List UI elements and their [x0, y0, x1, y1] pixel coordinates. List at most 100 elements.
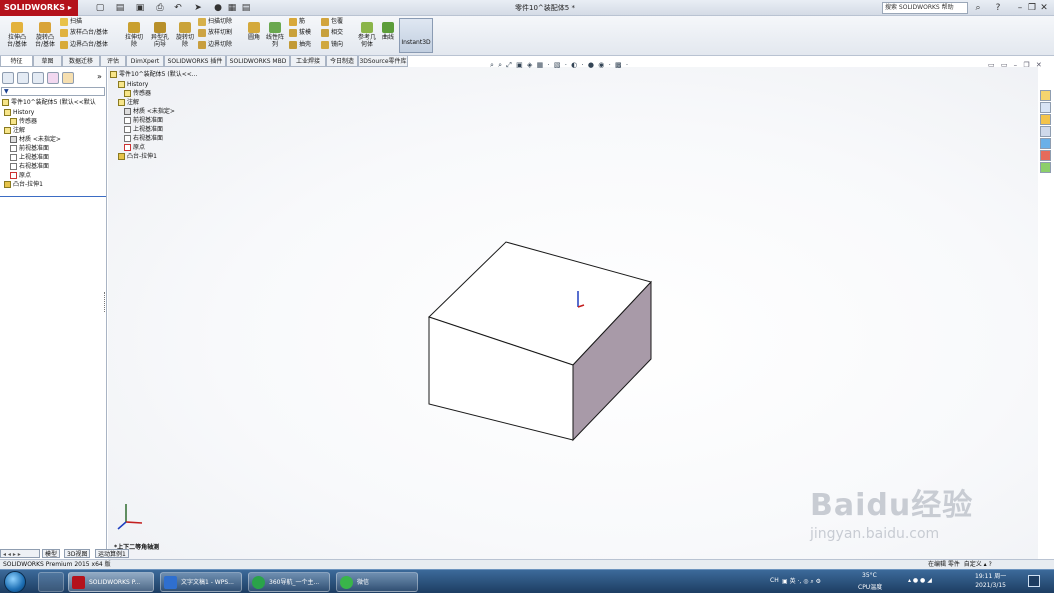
wrap-icon: [321, 17, 329, 26]
configuration-manager-tab-icon[interactable]: [32, 72, 44, 84]
tab-solidworks-addins[interactable]: SOLIDWORKS 插件: [164, 56, 226, 67]
close-icon[interactable]: ✕: [1038, 2, 1050, 14]
resources-icon[interactable]: [1040, 102, 1051, 113]
tree-item-material[interactable]: 材质 <未指定>: [10, 135, 61, 144]
instant3d-button[interactable]: Instant3D: [399, 18, 433, 53]
select-icon[interactable]: ➤: [192, 2, 204, 14]
swept-cut-button[interactable]: 扫描切除: [198, 17, 232, 27]
tree-item-origin[interactable]: 原点: [10, 171, 31, 180]
part-icon: [2, 99, 9, 106]
property-manager-tab-icon[interactable]: [17, 72, 29, 84]
loft-boss-button[interactable]: 放样凸台/基体: [60, 28, 108, 38]
undo-icon[interactable]: ↶: [172, 2, 184, 14]
file-properties-icon[interactable]: ▦: [226, 2, 238, 14]
tab-today-manufacturing[interactable]: 今日制造: [326, 56, 358, 67]
reference-geometry-button[interactable]: 参考几 何体: [356, 22, 378, 48]
options-icon[interactable]: ▤: [240, 2, 252, 14]
fillet-label: 圆角: [247, 34, 260, 41]
shell-icon: [289, 40, 297, 49]
scroll-arrows-icon[interactable]: ◂ ◂ ▸ ▸: [0, 549, 40, 558]
help-icon[interactable]: ?: [992, 2, 1004, 14]
save-icon[interactable]: ▣: [134, 2, 146, 14]
fillet-button[interactable]: 圆角: [244, 22, 264, 41]
tab-solidworks-mbd[interactable]: SOLIDWORKS MBD: [226, 56, 290, 67]
print-icon[interactable]: ⎙: [154, 2, 166, 14]
design-library-icon[interactable]: [1040, 114, 1051, 125]
boundary-boss-button[interactable]: 边界凸台/基体: [60, 40, 108, 50]
ime-indicator[interactable]: CH: [770, 577, 779, 584]
tree-item-top-plane-label: 上视基准面: [19, 154, 50, 161]
start-button-icon[interactable]: [4, 571, 26, 593]
linear-pattern-button[interactable]: 线性阵 列: [264, 22, 286, 48]
tab-data-migration[interactable]: 数据迁移: [62, 56, 100, 67]
home-icon[interactable]: [1040, 90, 1051, 101]
tab-weldments[interactable]: 工业焊接: [290, 56, 326, 67]
tab-features[interactable]: 特征: [0, 56, 33, 67]
search-icon[interactable]: ⌕: [972, 2, 984, 14]
tree-item-boss-extrude[interactable]: 凸台-拉伸1: [4, 180, 43, 189]
open-folder-icon[interactable]: ▤: [114, 2, 126, 14]
shell-button[interactable]: 抽壳: [289, 40, 311, 50]
tab-3dsource[interactable]: 3DSource零件库: [358, 56, 408, 67]
ime-toolbar-icon[interactable]: ▣ 英 ·, ◎ ⌕ ⚙: [782, 576, 821, 586]
view-palette-icon[interactable]: [1040, 138, 1051, 149]
extrude-cut-button[interactable]: 拉伸切 除: [122, 22, 146, 48]
hole-wizard-button[interactable]: 异型孔 向导: [148, 22, 172, 48]
feature-manager-tab-icon[interactable]: [2, 72, 14, 84]
solidworks-logo[interactable]: SOLIDWORKS ▸: [0, 0, 78, 16]
help-search-input[interactable]: 搜索 SOLIDWORKS 帮助: [882, 2, 968, 14]
display-manager-tab-icon[interactable]: [62, 72, 74, 84]
tab-evaluate[interactable]: 评估: [100, 56, 126, 67]
tab-3d-views[interactable]: 3D视图: [64, 549, 91, 558]
draft-button[interactable]: 拔模: [289, 28, 311, 38]
reference-geometry-label: 参考几 何体: [357, 34, 376, 48]
boundary-cut-button[interactable]: 边界切除: [198, 40, 232, 50]
file-explorer-pinned-icon[interactable]: [38, 572, 64, 592]
taskbar-360-browser[interactable]: 360导航_一个主...: [248, 572, 330, 592]
intersect-button[interactable]: 相交: [321, 28, 343, 38]
tree-item-history[interactable]: History: [4, 108, 34, 117]
custom-properties-icon[interactable]: [1040, 162, 1051, 173]
tree-filter-icon[interactable]: ▼: [1, 87, 105, 96]
tab-sketch[interactable]: 草图: [33, 56, 62, 67]
revolve-boss-label: 旋转凸 台/基体: [34, 34, 56, 48]
tray-icons[interactable]: ▴ ● ● ◢: [908, 577, 932, 584]
show-desktop-icon[interactable]: [1028, 575, 1040, 587]
appearances-icon[interactable]: [1040, 150, 1051, 161]
taskbar-wps[interactable]: 文字文稿1 - WPS...: [160, 572, 242, 592]
extrude-boss-button[interactable]: 拉伸凸 台/基体: [4, 22, 30, 48]
tree-item-front-plane[interactable]: 前视基准面: [10, 144, 49, 153]
tree-item-annotations[interactable]: 注解: [4, 126, 25, 135]
tree-item-top-plane[interactable]: 上视基准面: [10, 153, 49, 162]
file-explorer-icon[interactable]: [1040, 126, 1051, 137]
heads-up-view-toolbar[interactable]: ⌕ ⌕ ⤢ ▣ ◈ ▦ · ▧ · ◐ · ● ◉ · ▩ ·: [490, 61, 629, 70]
rebuild-icon[interactable]: ●: [212, 2, 224, 14]
new-document-icon[interactable]: ▢: [94, 2, 106, 14]
viewport-window-controls[interactable]: ▭ ▭ – ❐ ✕: [988, 61, 1044, 69]
mirror-button[interactable]: 镜向: [321, 40, 343, 50]
help-icon[interactable]: ?: [989, 561, 992, 568]
sweep-button[interactable]: 扫描: [60, 17, 82, 27]
units-selector[interactable]: 自定义: [964, 561, 982, 568]
dimxpert-manager-tab-icon[interactable]: [47, 72, 59, 84]
wrap-button[interactable]: 包覆: [321, 17, 343, 27]
expand-chevron-icon[interactable]: »: [97, 72, 102, 81]
tree-root[interactable]: 零件10^装配体5 (默认<<默认: [2, 98, 96, 107]
revolve-boss-button[interactable]: 旋转凸 台/基体: [32, 22, 58, 48]
rollback-bar[interactable]: [0, 196, 106, 197]
tab-model[interactable]: 模型: [42, 549, 61, 558]
curves-button[interactable]: 曲线: [379, 22, 397, 41]
tree-item-right-plane[interactable]: 右视基准面: [10, 162, 49, 171]
clock[interactable]: 19:11 周一 2021/3/15: [975, 572, 1006, 590]
tab-motion-study[interactable]: 运动算例1: [95, 549, 129, 558]
panel-splitter[interactable]: [104, 292, 107, 312]
restore-icon[interactable]: ❐: [1026, 2, 1038, 14]
minimize-icon[interactable]: –: [1014, 2, 1026, 14]
tree-item-sensors[interactable]: 传感器: [10, 117, 37, 126]
rib-button[interactable]: 筋: [289, 17, 305, 27]
taskbar-solidworks[interactable]: SOLIDWORKS P...: [68, 572, 154, 592]
revolve-cut-button[interactable]: 旋转切 除: [174, 22, 196, 48]
taskbar-wechat[interactable]: 微信: [336, 572, 418, 592]
lofted-cut-button[interactable]: 放样切割: [198, 28, 232, 38]
tab-dimxpert[interactable]: DimXpert: [126, 56, 164, 67]
